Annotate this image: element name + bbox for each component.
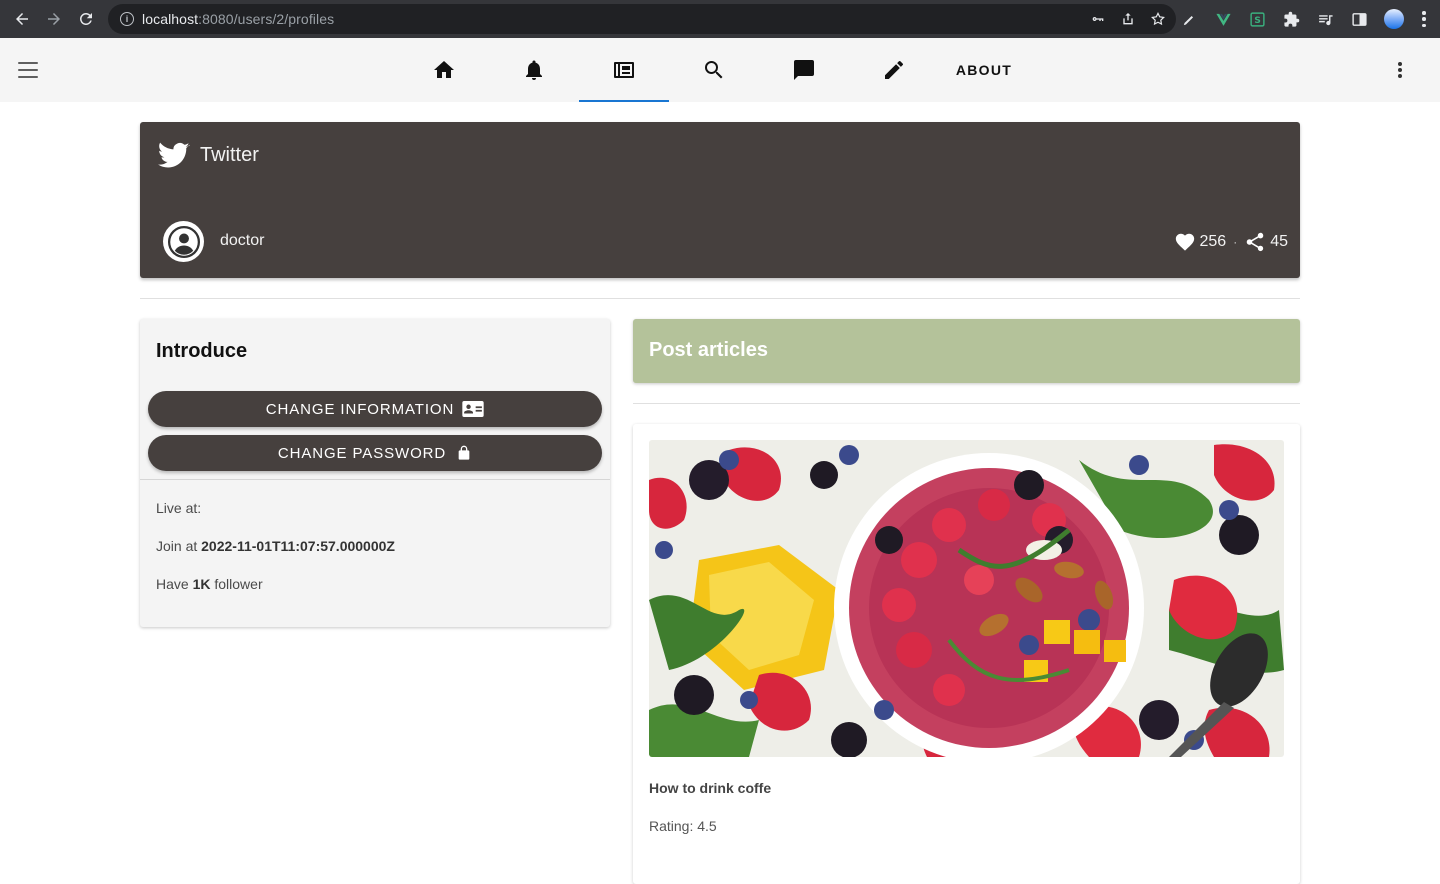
reload-icon <box>79 12 92 25</box>
post-articles-header: Post articles <box>633 319 1300 383</box>
change-information-button[interactable]: CHANGE INFORMATION <box>148 391 602 427</box>
browser-profile-avatar[interactable] <box>1384 9 1404 29</box>
post-articles-title: Post articles <box>649 339 768 361</box>
home-icon <box>434 61 454 78</box>
url-path: :8080/users/2/profiles <box>198 11 335 27</box>
join-prefix: Join at <box>156 538 202 554</box>
lock-icon <box>458 445 470 460</box>
browser-menu-icon[interactable] <box>1422 11 1426 27</box>
s-extension-icon[interactable]: S <box>1248 10 1266 28</box>
key-icon[interactable] <box>1090 11 1106 27</box>
share-icon[interactable] <box>1244 231 1266 253</box>
url-host: localhost <box>142 11 199 27</box>
reload-button[interactable] <box>70 0 102 38</box>
username: doctor <box>220 232 265 249</box>
tab-profiles[interactable] <box>579 38 669 102</box>
more-options-icon[interactable] <box>1398 62 1402 78</box>
tab-home[interactable] <box>399 38 489 102</box>
vue-devtools-icon[interactable] <box>1214 10 1232 28</box>
info-icon[interactable]: i <box>120 12 134 26</box>
have-prefix: Have <box>156 576 193 592</box>
svg-text:S: S <box>1254 15 1261 26</box>
article-card[interactable]: How to drink coffe Rating: 4.5 <box>633 424 1300 884</box>
account-circle-icon <box>167 225 200 258</box>
stats-separator: · <box>1233 235 1238 249</box>
follower-line: Have 1K follower <box>156 576 263 592</box>
arrow-left-icon <box>16 13 28 25</box>
url-text[interactable]: localhost:8080/users/2/profiles <box>142 11 334 27</box>
tab-notifications[interactable] <box>489 38 579 102</box>
puzzle-icon[interactable] <box>1282 10 1300 28</box>
profile-header-card: Twitter doctor 256 · 45 <box>140 122 1300 278</box>
pen-extension-icon[interactable] <box>1180 10 1198 28</box>
follower-suffix: follower <box>210 576 263 592</box>
live-at-label: Live at: <box>156 500 202 516</box>
join-date-value: 2022-11-01T11:07:57.000000Z <box>201 538 395 554</box>
tab-about[interactable]: ABOUT <box>939 38 1029 102</box>
change-information-label: CHANGE INFORMATION <box>265 400 455 418</box>
share-page-icon[interactable] <box>1120 11 1136 27</box>
nav-tabs: ABOUT <box>399 38 1029 102</box>
profile-platform-title: Twitter <box>200 144 259 166</box>
tab-about-label: ABOUT <box>955 62 1013 78</box>
forward-button[interactable] <box>38 0 70 38</box>
app-bar: ABOUT <box>0 38 1440 102</box>
shares-count: 45 <box>1270 233 1288 250</box>
arrow-right-icon <box>48 13 60 25</box>
twitter-icon <box>158 142 190 170</box>
bell-icon <box>526 60 542 80</box>
pencil-icon <box>885 60 904 79</box>
menu-icon[interactable] <box>18 62 38 78</box>
introduce-title: Introduce <box>156 340 248 362</box>
join-date-line: Join at 2022-11-01T11:07:57.000000Z <box>156 538 395 554</box>
chat-icon <box>794 60 814 80</box>
section-divider <box>140 298 1300 299</box>
tab-write[interactable] <box>849 38 939 102</box>
article-rating: Rating: 4.5 <box>649 818 717 834</box>
address-bar[interactable]: i localhost:8080/users/2/profiles <box>108 4 1176 34</box>
tab-messages[interactable] <box>759 38 849 102</box>
change-password-label: CHANGE PASSWORD <box>277 444 447 462</box>
article-image[interactable] <box>649 440 1284 757</box>
likes-count: 256 <box>1199 233 1227 250</box>
media-queue-icon[interactable] <box>1316 10 1334 28</box>
introduce-divider <box>140 479 610 480</box>
back-button[interactable] <box>6 0 38 38</box>
posts-divider <box>633 403 1300 404</box>
introduce-card: Introduce CHANGE INFORMATION CHANGE PASS… <box>140 319 610 627</box>
heart-icon[interactable] <box>1174 231 1196 253</box>
star-icon[interactable] <box>1150 11 1166 27</box>
id-card-icon <box>462 401 484 417</box>
side-panel-icon[interactable] <box>1350 10 1368 28</box>
browser-toolbar: i localhost:8080/users/2/profiles S <box>0 0 1440 38</box>
profile-stats: 256 · 45 <box>1174 231 1288 253</box>
change-password-button[interactable]: CHANGE PASSWORD <box>148 435 602 471</box>
avatar[interactable] <box>163 221 204 262</box>
follower-count: 1K <box>192 576 211 592</box>
newspaper-icon <box>614 62 634 78</box>
tab-search[interactable] <box>669 38 759 102</box>
article-title[interactable]: How to drink coffe <box>649 780 771 796</box>
search-icon <box>705 61 723 79</box>
